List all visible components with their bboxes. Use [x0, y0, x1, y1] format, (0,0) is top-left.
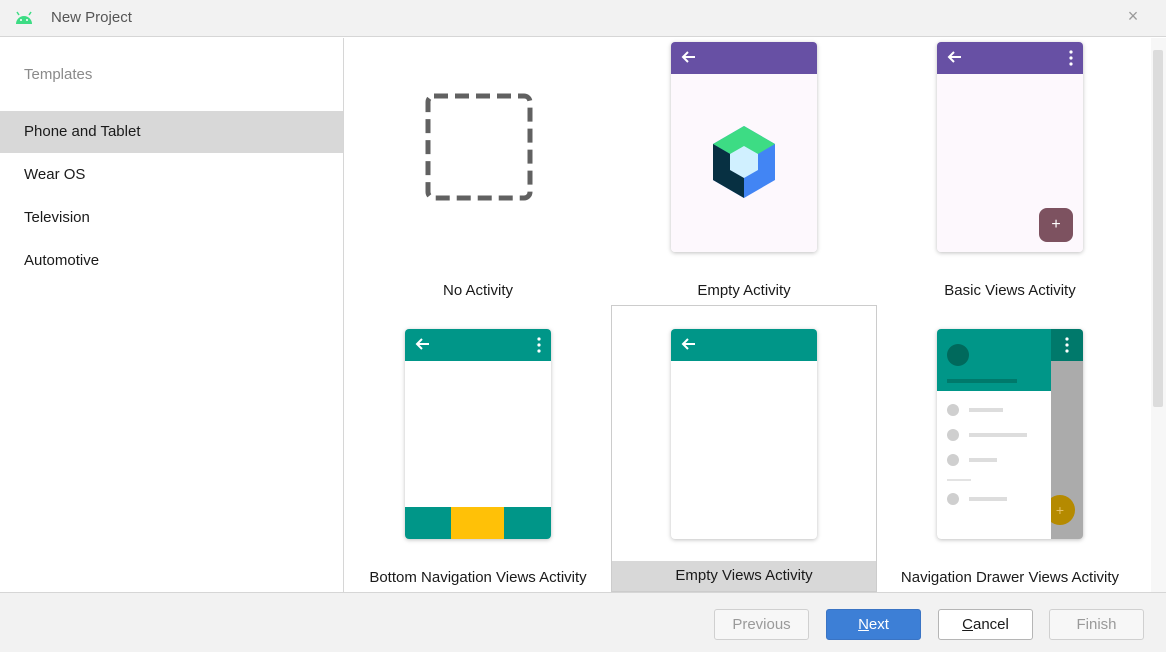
overflow-menu-icon: [1065, 337, 1069, 353]
template-no-activity[interactable]: No Activity: [345, 38, 611, 325]
cancel-label-rest: ancel: [972, 616, 1009, 633]
drawer-header: [937, 329, 1051, 391]
gallery-scrollbar[interactable]: [1151, 38, 1166, 592]
phone-preview: +: [937, 42, 1083, 252]
overflow-menu-icon: [537, 337, 541, 353]
dialog-footer: Previous Next Cancel Finish: [0, 592, 1166, 652]
close-icon[interactable]: ×: [1124, 6, 1142, 26]
cancel-mnemonic: C: [962, 616, 973, 633]
sidebar-item-phone-and-tablet[interactable]: Phone and Tablet: [0, 111, 343, 153]
template-navigation-drawer-views-activity[interactable]: + Navigation Drawer Views Activity: [877, 325, 1143, 592]
next-button[interactable]: Next: [826, 609, 921, 640]
phone-preview: [671, 42, 817, 252]
back-arrow-icon: [681, 338, 695, 350]
template-label: Basic Views Activity: [944, 282, 1076, 299]
template-gallery: No Activity Empty Activity + Basic Views…: [345, 38, 1151, 592]
empty-phone-icon: [671, 329, 817, 539]
template-empty-activity[interactable]: Empty Activity: [611, 38, 877, 325]
back-arrow-icon: [947, 51, 961, 63]
app-bar: [405, 329, 551, 361]
template-label: No Activity: [442, 282, 514, 299]
app-bar: [671, 329, 817, 361]
template-basic-views-activity[interactable]: + Basic Views Activity: [877, 38, 1143, 325]
template-bottom-navigation-views-activity[interactable]: Bottom Navigation Views Activity: [345, 325, 611, 592]
previous-button[interactable]: Previous: [714, 609, 809, 640]
bottom-nav-icon: [405, 507, 551, 539]
window-title: New Project: [51, 9, 132, 26]
drawer-panel: [937, 329, 1051, 539]
templates-sidebar: Templates Phone and Tablet Wear OS Telev…: [0, 38, 344, 592]
compose-logo-icon: [713, 126, 775, 198]
sidebar-item-wear-os[interactable]: Wear OS: [0, 154, 343, 196]
back-arrow-icon: [415, 338, 429, 350]
template-label: Empty Activity: [697, 282, 791, 299]
template-label: Navigation Drawer Views Activity: [900, 569, 1120, 586]
phone-preview: [405, 329, 551, 539]
nav-drawer-icon: +: [937, 329, 1083, 539]
app-bar: [937, 42, 1083, 74]
template-label: Empty Views Activity: [612, 561, 876, 591]
back-arrow-icon: [681, 51, 695, 63]
next-mnemonic: N: [858, 616, 869, 633]
app-bar: [671, 42, 817, 74]
overflow-menu-icon: [1069, 50, 1073, 66]
sidebar-item-automotive[interactable]: Automotive: [0, 240, 343, 282]
android-icon: [16, 11, 32, 24]
finish-button[interactable]: Finish: [1049, 609, 1144, 640]
sidebar-heading: Templates: [24, 66, 93, 83]
next-label-rest: ext: [868, 616, 889, 633]
template-label: Bottom Navigation Views Activity: [369, 569, 587, 586]
sidebar-item-television[interactable]: Television: [0, 197, 343, 239]
template-empty-views-activity[interactable]: Empty Views Activity: [611, 305, 877, 592]
app-bar: [1051, 329, 1083, 361]
avatar: [947, 344, 969, 366]
scrollbar-thumb[interactable]: [1153, 50, 1163, 407]
dashed-square-icon: [425, 93, 533, 201]
title-bar: New Project ×: [0, 0, 1166, 37]
fab-plus-icon: +: [1039, 208, 1073, 242]
cancel-button[interactable]: Cancel: [938, 609, 1033, 640]
